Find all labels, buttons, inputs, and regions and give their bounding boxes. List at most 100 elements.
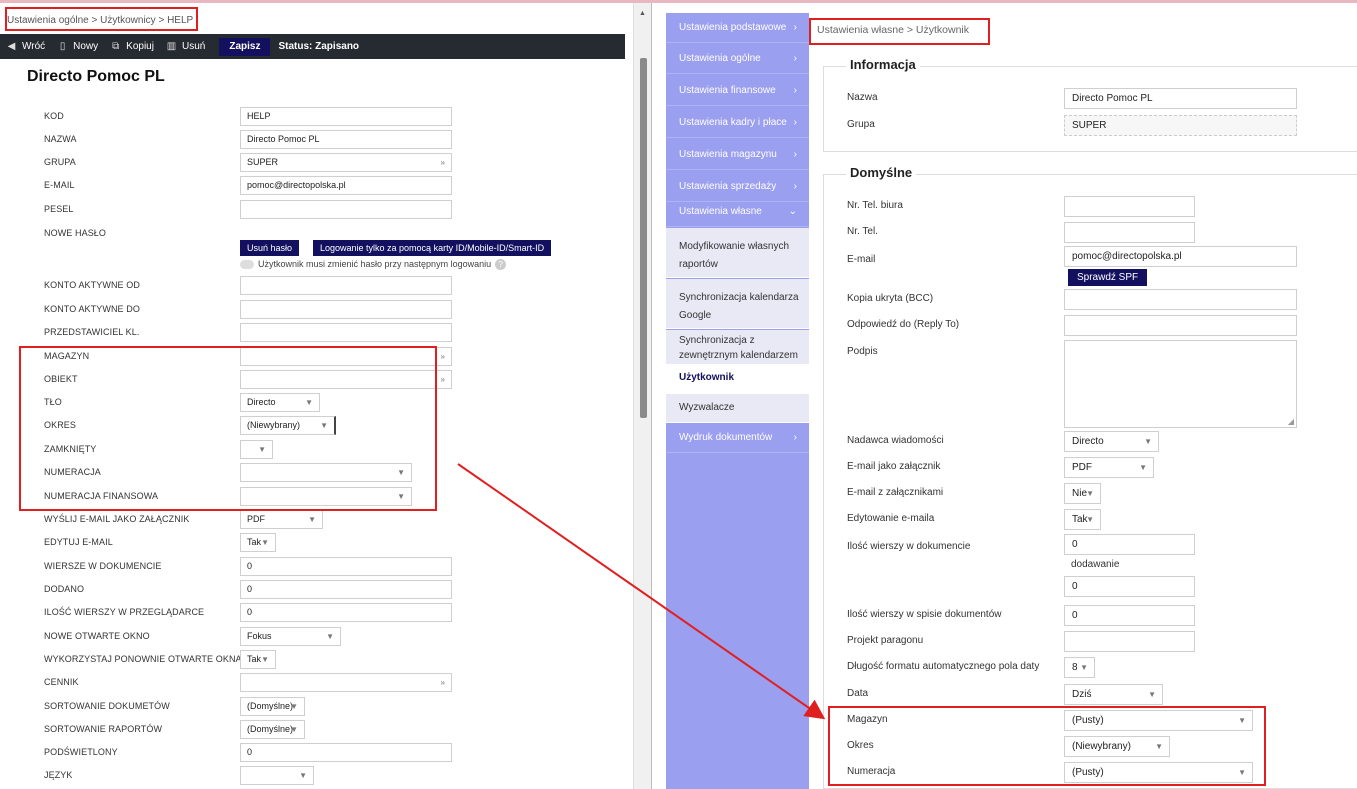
receipt-design-input[interactable] xyxy=(1064,631,1195,652)
edit-mail-select[interactable]: Tak ▼ xyxy=(1064,509,1101,530)
back-label: Wróć xyxy=(22,41,46,52)
field-wykorzystaj: WYKORZYSTAJ PONOWNIE OTWARTE OKNA Tak ▼ xyxy=(0,650,625,672)
double-chevron-icon[interactable]: » xyxy=(441,371,445,388)
edit-email-select[interactable]: Tak ▼ xyxy=(240,533,276,552)
force-change-toggle[interactable]: Użytkownik musi zmienić hasło przy nastę… xyxy=(240,259,507,270)
magazyn-input[interactable]: » xyxy=(240,347,452,366)
zamkniety-select[interactable]: ▼ xyxy=(240,440,273,459)
resize-grip-icon[interactable]: ◢ xyxy=(1288,417,1294,426)
field-label: Magazyn xyxy=(847,714,888,725)
date-format-value: 8 xyxy=(1072,662,1078,673)
check-spf-button[interactable]: Sprawdź SPF xyxy=(1068,269,1148,286)
office-phone-input[interactable] xyxy=(1064,196,1195,217)
bcc-input[interactable] xyxy=(1064,289,1297,310)
sidebar-subitem-reports[interactable]: Modyfikowanie własnych raportów xyxy=(666,228,809,278)
numeracja-finansowa-select[interactable]: ▼ xyxy=(240,487,412,506)
field-jezyk: JĘZYK ▼ xyxy=(0,766,625,788)
r-nazwa-input[interactable]: Directo Pomoc PL xyxy=(1064,88,1297,109)
active-to-input[interactable] xyxy=(240,300,452,319)
field-label: NUMERACJA xyxy=(44,467,101,477)
scrollbar-thumb[interactable] xyxy=(640,58,647,418)
r-email-input[interactable]: pomoc@directopolska.pl xyxy=(1064,246,1297,267)
with-attachments-select[interactable]: Nie ▼ xyxy=(1064,483,1101,504)
doc-rows-input[interactable]: 0 xyxy=(1064,534,1195,555)
field-numeracja-finansowa: NUMERACJA FINANSOWA ▼ xyxy=(0,487,625,509)
field-label: NAZWA xyxy=(44,134,77,144)
double-chevron-icon[interactable]: » xyxy=(441,348,445,365)
field-tlo: TŁO Directo ▼ xyxy=(0,393,625,415)
adding-rows-input[interactable]: 0 xyxy=(1064,576,1195,597)
toolbar: ◀ Wróć ▯ Nowy ⧉ Kopiuj ▥ Usuń Zapisz Status:… xyxy=(0,34,625,59)
new-button[interactable]: ▯ Nowy xyxy=(51,34,104,59)
scroll-up-icon[interactable]: ▲ xyxy=(639,10,646,17)
double-chevron-icon[interactable]: » xyxy=(441,154,445,171)
field-zamkniety: ZAMKNIĘTY ▼ xyxy=(0,440,625,462)
active-from-input[interactable] xyxy=(240,276,452,295)
attachment-format-select[interactable]: PDF ▼ xyxy=(240,510,323,529)
sidebar-subitem-external-calendar[interactable]: Synchronizacja z zewnętrznym kalendarzem xyxy=(666,330,809,365)
sidebar-item-warehouse[interactable]: Ustawienia magazynu › xyxy=(666,140,809,170)
numeracja-select[interactable]: ▼ xyxy=(240,463,412,482)
sidebar-item-general[interactable]: Ustawienia ogólne › xyxy=(666,44,809,74)
nazwa-input[interactable]: Directo Pomoc PL xyxy=(240,130,452,149)
report-sort-select[interactable]: (Domyślne) ▼ xyxy=(240,720,305,739)
okres-select[interactable]: (Niewybrany) ▼ xyxy=(240,416,336,435)
sidebar-item-finance[interactable]: Ustawienia finansowe › xyxy=(666,76,809,106)
added-input[interactable]: 0 xyxy=(240,580,452,599)
tlo-select[interactable]: Directo ▼ xyxy=(240,393,320,412)
r-numeracja-select[interactable]: (Pusty) ▼ xyxy=(1064,762,1253,783)
breadcrumb-right[interactable]: Ustawienia własne > Użytkownik xyxy=(817,24,969,36)
chevron-down-icon: ▼ xyxy=(1238,768,1246,777)
card-login-button[interactable]: Logowanie tylko za pomocą karty ID/Mobil… xyxy=(313,240,552,256)
phone-input[interactable] xyxy=(1064,222,1195,243)
sidebar-item-basic[interactable]: Ustawienia podstawowe › xyxy=(666,13,809,43)
back-button[interactable]: ◀ Wróć xyxy=(0,34,51,59)
r-okres-select[interactable]: (Niewybrany) ▼ xyxy=(1064,736,1170,757)
highlight-input[interactable]: 0 xyxy=(240,743,452,762)
pesel-input[interactable] xyxy=(240,200,452,219)
date-format-select[interactable]: 8 ▼ xyxy=(1064,657,1095,678)
chevron-down-icon: ▼ xyxy=(1148,690,1156,699)
copy-button[interactable]: ⧉ Kopiuj xyxy=(104,34,160,59)
language-select[interactable]: ▼ xyxy=(240,766,314,785)
reply-to-input[interactable] xyxy=(1064,315,1297,336)
field-label: WYŚLIJ E-MAIL JAKO ZAŁĄCZNIK xyxy=(44,514,190,524)
rows-input[interactable]: 0 xyxy=(240,557,452,576)
sidebar-subitem-google-calendar[interactable]: Synchronizacja kalendarza Google xyxy=(666,279,809,329)
sidebar-item-label: Wydruk dokumentów xyxy=(679,432,773,443)
toggle-switch[interactable] xyxy=(240,260,254,270)
date-select[interactable]: Dziś ▼ xyxy=(1064,684,1163,705)
new-window-select[interactable]: Fokus ▼ xyxy=(240,627,341,646)
save-button[interactable]: Zapisz xyxy=(219,37,271,56)
kod-input[interactable]: HELP xyxy=(240,107,452,126)
sidebar-item-own[interactable]: Ustawienia własne ⌄ xyxy=(666,197,809,227)
chevron-down-icon: ▼ xyxy=(308,515,316,524)
grupa-input[interactable]: SUPER » xyxy=(240,153,452,172)
list-rows-input[interactable]: 0 xyxy=(1064,605,1195,626)
sidebar-item-hr[interactable]: Ustawienia kadry i płace › xyxy=(666,108,809,138)
left-scrollbar[interactable]: ▲ xyxy=(633,0,651,789)
field-label: E-mail xyxy=(847,254,876,265)
field-label: WIERSZE W DOKUMENCIE xyxy=(44,561,162,571)
signature-textarea[interactable]: ◢ xyxy=(1064,340,1297,428)
cennik-input[interactable]: » xyxy=(240,673,452,692)
delete-button[interactable]: ▥ Usuń xyxy=(160,34,211,59)
sidebar-subitem-user[interactable]: Użytkownik xyxy=(666,364,809,394)
breadcrumb[interactable]: Ustawienia ogólne > Użytkownicy > HELP xyxy=(7,12,193,30)
remove-password-button[interactable]: Usuń hasło xyxy=(240,240,300,256)
doc-sort-select[interactable]: (Domyślne) ▼ xyxy=(240,697,305,716)
double-chevron-icon[interactable]: » xyxy=(441,674,445,691)
reuse-window-select[interactable]: Tak ▼ xyxy=(240,650,276,669)
field-aktywne-do: KONTO AKTYWNE DO xyxy=(0,300,625,322)
email-input[interactable]: pomoc@directopolska.pl xyxy=(240,176,452,195)
r-magazyn-select[interactable]: (Pusty) ▼ xyxy=(1064,710,1253,731)
obiekt-input[interactable]: » xyxy=(240,370,452,389)
help-icon[interactable]: ? xyxy=(495,259,507,270)
sidebar-subitem-triggers[interactable]: Wyzwalacze xyxy=(666,394,809,423)
browser-rows-input[interactable]: 0 xyxy=(240,603,452,622)
sender-select[interactable]: Directo ▼ xyxy=(1064,431,1159,452)
attachment-select[interactable]: PDF ▼ xyxy=(1064,457,1154,478)
representative-input[interactable] xyxy=(240,323,452,342)
sidebar-item-print[interactable]: Wydruk dokumentów › xyxy=(666,423,809,453)
field-label: Projekt paragonu xyxy=(847,635,924,646)
